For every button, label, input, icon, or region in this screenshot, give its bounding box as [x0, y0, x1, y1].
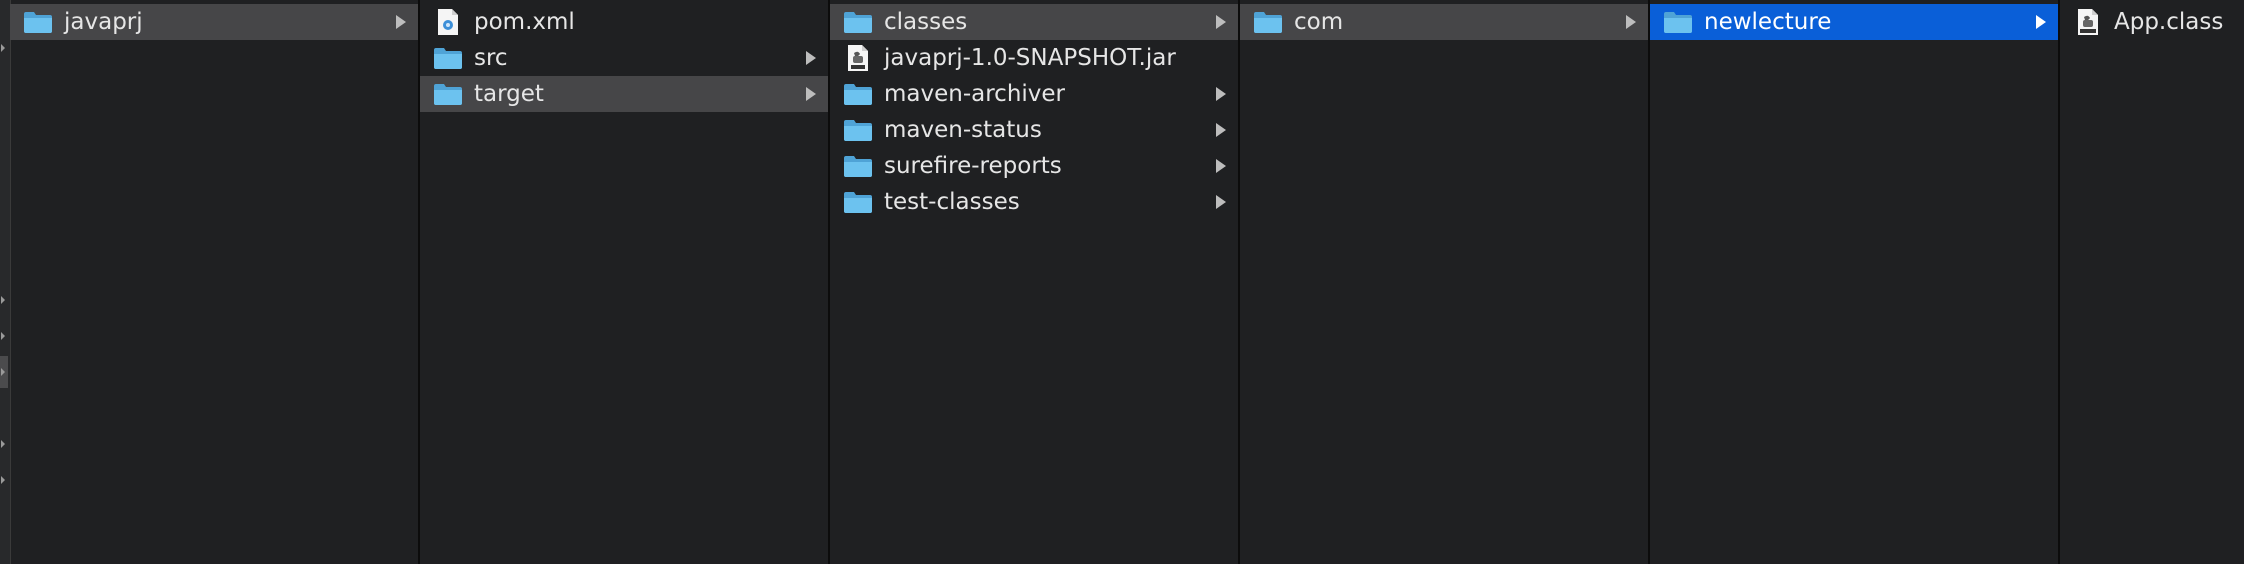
item-label: target: [474, 81, 544, 107]
disclosure-arrow-icon[interactable]: [1, 368, 5, 376]
chevron-right-icon: [396, 15, 406, 29]
folder-icon: [842, 116, 874, 144]
disclosure-arrow-icon[interactable]: [1, 44, 5, 52]
item-label: javaprj-1.0-SNAPSHOT.jar: [884, 45, 1176, 71]
item-label: newlecture: [1704, 9, 1832, 35]
list-item-test-classes[interactable]: test-classes: [830, 184, 1238, 220]
item-label: classes: [884, 9, 968, 35]
item-label: com: [1294, 9, 1344, 35]
disclosure-arrow-icon[interactable]: [1, 440, 5, 448]
class-file-icon: [2072, 8, 2104, 36]
folder-icon: [842, 152, 874, 180]
list-item-surefire-reports[interactable]: surefire-reports: [830, 148, 1238, 184]
item-label: maven-archiver: [884, 81, 1066, 107]
finder-column-browser: javaprj pom.xml src target classes javap…: [0, 0, 2244, 564]
chevron-right-icon: [1216, 123, 1226, 137]
item-label: surefire-reports: [884, 153, 1062, 179]
item-label: pom.xml: [474, 9, 575, 35]
list-item-com[interactable]: com: [1240, 4, 1648, 40]
list-item-app-class[interactable]: App.class: [2060, 4, 2244, 40]
list-item-javaprj[interactable]: javaprj: [10, 4, 418, 40]
list-item-jar-file[interactable]: javaprj-1.0-SNAPSHOT.jar: [830, 40, 1238, 76]
disclosure-arrow-icon[interactable]: [1, 296, 5, 304]
item-label: maven-status: [884, 117, 1042, 143]
list-item-src[interactable]: src: [420, 40, 828, 76]
list-item-maven-status[interactable]: maven-status: [830, 112, 1238, 148]
folder-icon: [842, 8, 874, 36]
xml-file-icon: [432, 8, 464, 36]
disclosure-arrow-icon[interactable]: [1, 476, 5, 484]
column-2: pom.xml src target: [420, 0, 830, 564]
folder-icon: [1252, 8, 1284, 36]
folder-icon: [842, 188, 874, 216]
list-item-pom-xml[interactable]: pom.xml: [420, 4, 828, 40]
folder-icon: [432, 44, 464, 72]
jar-file-icon: [842, 44, 874, 72]
item-label: src: [474, 45, 508, 71]
chevron-right-icon: [806, 87, 816, 101]
column-4: com: [1240, 0, 1650, 564]
folder-icon: [842, 80, 874, 108]
chevron-right-icon: [1216, 195, 1226, 209]
chevron-right-icon: [2036, 15, 2046, 29]
chevron-right-icon: [1216, 87, 1226, 101]
chevron-right-icon: [1216, 159, 1226, 173]
item-label: App.class: [2114, 9, 2224, 35]
column-6: App.class: [2060, 0, 2244, 564]
disclosure-arrow-icon[interactable]: [1, 332, 5, 340]
item-label: javaprj: [64, 9, 143, 35]
column-1: javaprj: [10, 0, 420, 564]
item-label: test-classes: [884, 189, 1020, 215]
folder-icon: [1662, 8, 1694, 36]
chevron-right-icon: [1216, 15, 1226, 29]
column-3: classes javaprj-1.0-SNAPSHOT.jar maven-a…: [830, 0, 1240, 564]
folder-icon: [432, 80, 464, 108]
list-item-classes[interactable]: classes: [830, 4, 1238, 40]
list-item-maven-archiver[interactable]: maven-archiver: [830, 76, 1238, 112]
chevron-right-icon: [806, 51, 816, 65]
chevron-right-icon: [1626, 15, 1636, 29]
column-5: newlecture: [1650, 0, 2060, 564]
list-item-target[interactable]: target: [420, 76, 828, 112]
list-item-newlecture[interactable]: newlecture: [1650, 4, 2058, 40]
folder-icon: [22, 8, 54, 36]
